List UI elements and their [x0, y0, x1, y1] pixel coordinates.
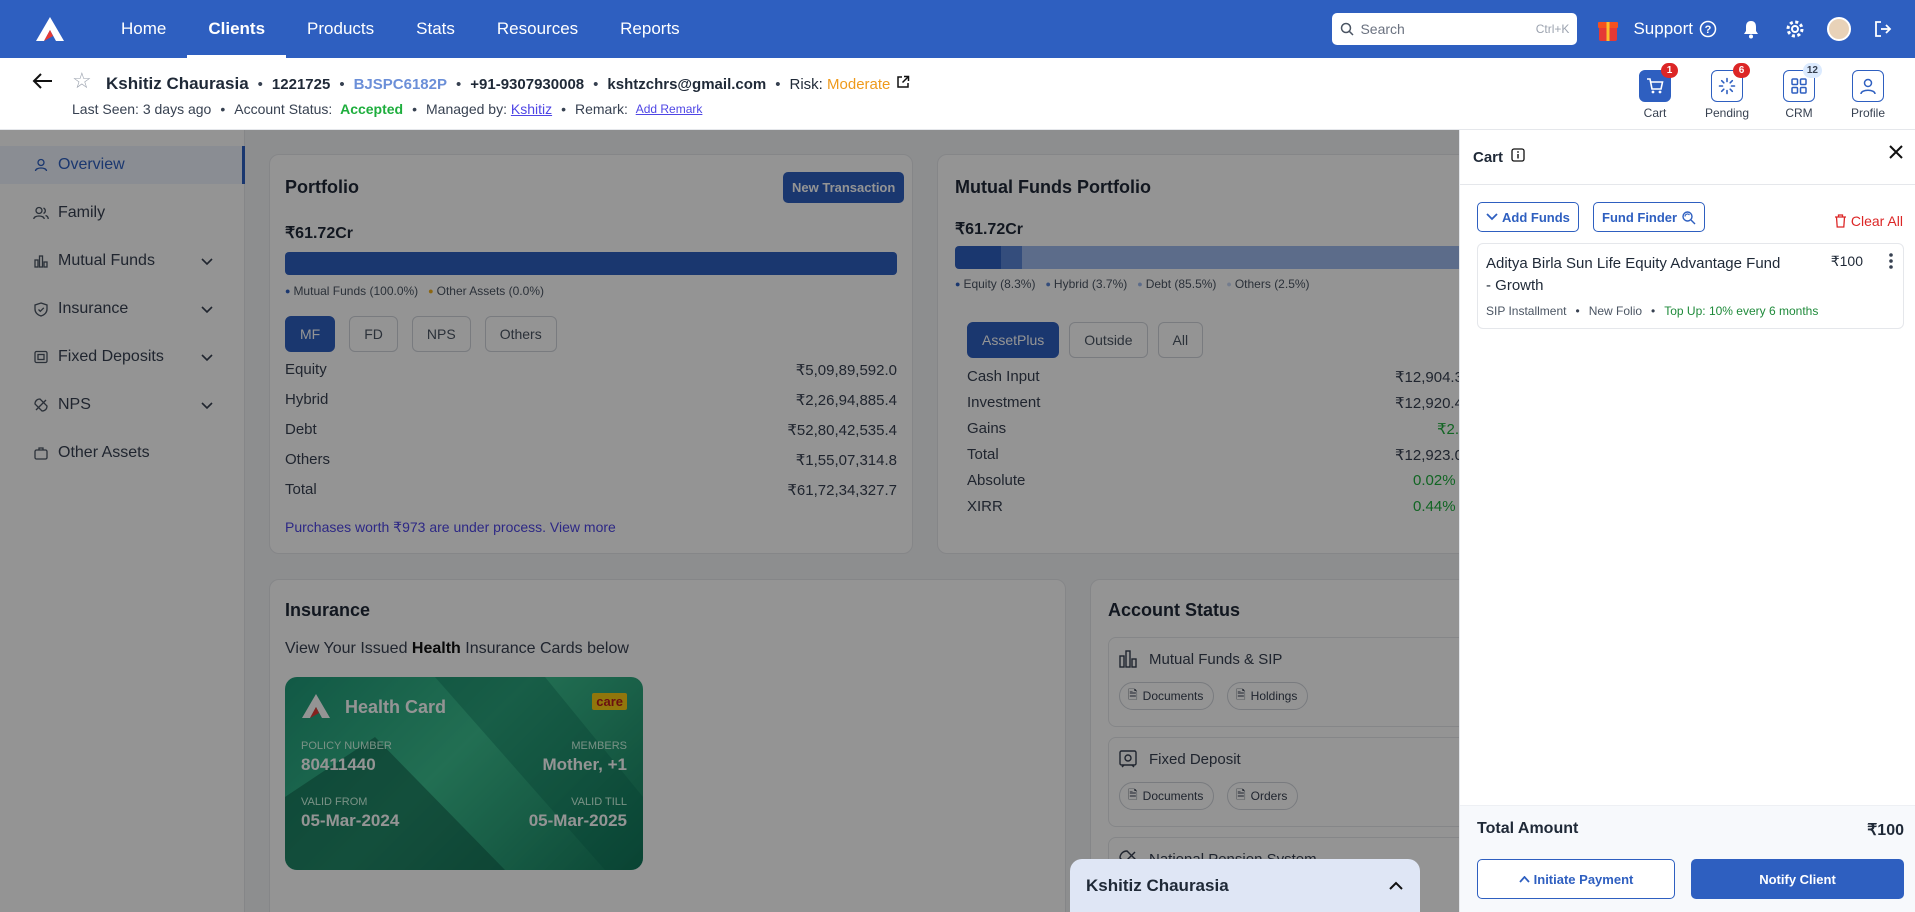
logout-icon[interactable] [1871, 17, 1895, 41]
search-icon [1341, 22, 1354, 36]
fund-finder-label: Fund Finder [1602, 209, 1678, 225]
cart-header: Cart [1460, 130, 1915, 185]
external-link-icon[interactable] [896, 75, 910, 93]
svg-text:?: ? [1705, 24, 1712, 36]
gift-icon[interactable] [1597, 16, 1619, 42]
pending-label: Pending [1704, 106, 1750, 120]
cart-footer: Total Amount ₹100 Initiate Payment Notif… [1460, 805, 1915, 912]
cart-button[interactable]: 1 [1639, 63, 1678, 102]
quick-profile[interactable]: Profile [1833, 70, 1903, 120]
loader-icon [1718, 77, 1736, 95]
search-placeholder: Search [1360, 21, 1405, 37]
risk-label: Risk: [789, 75, 823, 93]
remark-label: Remark: [575, 101, 628, 117]
support-label: Support [1633, 19, 1693, 38]
initiate-payment-label: Initiate Payment [1533, 871, 1634, 887]
cart-title: Cart [1473, 148, 1504, 166]
client-phone: +91-9307930008 [470, 75, 585, 93]
bell-icon[interactable] [1739, 17, 1763, 41]
last-seen-value: 3 days ago [142, 101, 212, 117]
cart-fund-item[interactable]: Aditya Birla Sun Life Equity Advantage F… [1477, 243, 1904, 329]
search-shortcut: Ctrl+K [1535, 22, 1570, 36]
fund-meta: SIP Installment • New Folio • Top Up: 10… [1486, 304, 1819, 318]
cart-drawer: Cart Add Funds Fund Finder Clear All Adi… [1459, 130, 1915, 912]
managed-by-link[interactable]: Kshitiz [511, 101, 552, 117]
quick-cart[interactable]: 1 Cart [1620, 63, 1690, 120]
add-remark-link[interactable]: Add Remark [636, 102, 703, 116]
profile-label: Profile [1850, 106, 1885, 120]
risk-value[interactable]: Moderate [827, 76, 890, 93]
star-icon[interactable]: ☆ [72, 68, 92, 94]
chat-name: Kshitiz Chaurasia [1086, 875, 1229, 895]
last-seen-label: Last Seen: [72, 101, 139, 117]
nav-links: Home Clients Products Stats Resources Re… [100, 0, 701, 58]
cart-badge: 1 [1661, 63, 1678, 78]
client-header: ☆ Kshitiz Chaurasia • 1221725 • BJSPC618… [0, 58, 1915, 130]
profile-button[interactable] [1852, 70, 1884, 102]
quick-crm[interactable]: 12 CRM [1764, 63, 1834, 120]
client-id: 1221725 [271, 75, 331, 93]
fund-finder-button[interactable]: Fund Finder [1593, 202, 1706, 232]
nav-reports[interactable]: Reports [599, 0, 701, 58]
client-email: kshtzchrs@gmail.com [607, 75, 767, 93]
avatar[interactable] [1827, 17, 1851, 41]
cart-icon [1647, 78, 1664, 94]
gear-icon[interactable] [1783, 17, 1807, 41]
crm-label: CRM [1785, 106, 1813, 120]
add-funds-button[interactable]: Add Funds [1477, 202, 1579, 232]
back-arrow-icon[interactable] [32, 70, 54, 96]
fund-folio: New Folio [1588, 304, 1643, 318]
chevron-down-icon [1486, 213, 1498, 221]
more-vertical-icon[interactable] [1889, 253, 1893, 272]
client-pan[interactable]: BJSPC6182P [354, 76, 447, 93]
crm-button[interactable]: 12 [1783, 63, 1822, 102]
clear-all-button[interactable]: Clear All [1834, 213, 1903, 229]
info-icon[interactable] [1511, 148, 1525, 166]
managed-by-label: Managed by: [426, 101, 507, 117]
chevron-up-icon[interactable] [1388, 876, 1404, 896]
initiate-payment-button[interactable]: Initiate Payment [1477, 859, 1675, 899]
nav-right: Search Ctrl+K Support ? [1332, 0, 1915, 58]
nav-products[interactable]: Products [286, 0, 395, 58]
quick-pending[interactable]: 6 Pending [1692, 63, 1762, 120]
account-status-value: Accepted [340, 101, 404, 117]
client-info-row: Kshitiz Chaurasia • 1221725 • BJSPC6182P… [106, 74, 910, 94]
help-circle-icon: ? [1699, 20, 1717, 38]
trash-icon [1834, 214, 1846, 228]
clear-all-label: Clear All [1850, 213, 1903, 229]
crm-badge: 12 [1802, 63, 1822, 78]
fund-amount: ₹100 [1830, 253, 1863, 269]
grid-icon [1791, 78, 1807, 94]
close-icon[interactable] [1888, 144, 1904, 164]
chevron-up-icon [1518, 875, 1530, 883]
fund-name: Aditya Birla Sun Life Equity Advantage F… [1486, 255, 1781, 294]
search-input[interactable]: Search Ctrl+K [1332, 13, 1578, 45]
pending-button[interactable]: 6 [1711, 63, 1750, 102]
notify-client-button[interactable]: Notify Client [1691, 859, 1904, 899]
client-name: Kshitiz Chaurasia [106, 74, 249, 93]
chat-bar[interactable]: Kshitiz Chaurasia [1070, 859, 1420, 912]
fund-topup: Top Up: 10% every 6 months [1664, 304, 1819, 318]
total-label: Total Amount [1477, 820, 1579, 837]
total-value: ₹100 [1867, 822, 1904, 839]
modal-backdrop[interactable] [0, 130, 1459, 912]
search-refresh-icon [1682, 210, 1696, 224]
nav-clients[interactable]: Clients [187, 0, 286, 58]
brand-logo-icon[interactable] [0, 0, 100, 58]
support-button[interactable]: Support ? [1633, 19, 1717, 39]
profile-icon [1860, 78, 1876, 95]
add-funds-label: Add Funds [1502, 209, 1570, 225]
cart-label: Cart [1643, 106, 1667, 120]
nav-stats[interactable]: Stats [395, 0, 476, 58]
top-nav: Home Clients Products Stats Resources Re… [0, 0, 1915, 58]
account-status-label: Account Status: [234, 101, 333, 117]
fund-type: SIP Installment [1486, 304, 1567, 318]
nav-home[interactable]: Home [100, 0, 187, 58]
pending-badge: 6 [1733, 63, 1750, 78]
client-status-row: Last Seen: 3 days ago • Account Status: … [72, 101, 703, 117]
nav-resources[interactable]: Resources [476, 0, 599, 58]
